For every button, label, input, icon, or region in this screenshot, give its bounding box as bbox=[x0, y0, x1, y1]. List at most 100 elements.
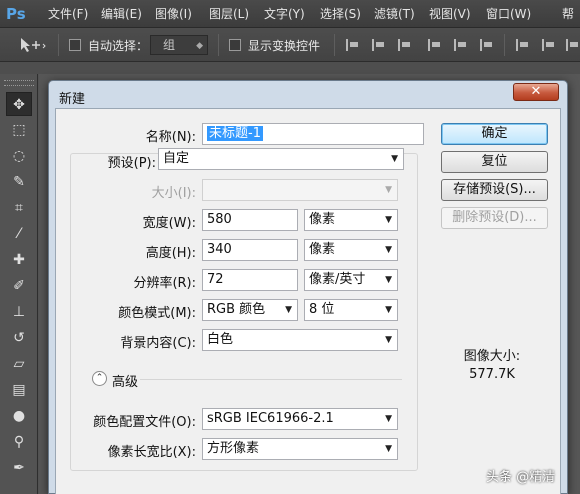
width-label: 宽度(W): bbox=[142, 216, 196, 231]
dropdown-arrow-icon: ▼ bbox=[385, 414, 392, 424]
pixel-aspect-label: 像素长宽比(X): bbox=[107, 445, 196, 460]
menu-type[interactable]: 文字(Y) bbox=[264, 6, 305, 22]
pixel-aspect-select[interactable]: 方形像素 ▼ bbox=[202, 438, 398, 460]
dropdown-arrow-icon: ▼ bbox=[385, 185, 392, 195]
width-value: 580 bbox=[207, 212, 232, 227]
color-mode-select[interactable]: RGB 颜色 ▼ bbox=[202, 299, 298, 321]
advanced-label: 高级 bbox=[112, 375, 139, 390]
image-size-label: 图像大小: bbox=[463, 349, 521, 364]
show-transform-label: 显示变换控件 bbox=[248, 39, 321, 53]
ok-button[interactable]: 确定 bbox=[441, 123, 548, 145]
toolbox: ✥ ⬚ ◌ ✎ ⌗ ⁄ ✚ ✐ ⊥ ↺ ▱ ▤ ● ⚲ ✒ bbox=[0, 74, 38, 494]
dropdown-arrow-icon: ▼ bbox=[385, 245, 392, 255]
height-input[interactable]: 340 bbox=[202, 239, 298, 261]
menu-select[interactable]: 选择(S) bbox=[320, 6, 361, 22]
align-bottom-icon[interactable] bbox=[398, 39, 412, 51]
photoshop-logo: Ps bbox=[6, 5, 26, 23]
menu-window[interactable]: 窗口(W) bbox=[486, 6, 531, 22]
height-label: 高度(H): bbox=[145, 246, 196, 261]
dialog-title: 新建 bbox=[59, 92, 86, 107]
dialog-body: 名称(N): 未标题-1 预设(P): 自定 ▼ 大小(I): ▼ 宽度(W):… bbox=[55, 108, 561, 494]
menu-file[interactable]: 文件(F) bbox=[48, 6, 88, 22]
auto-select-dropdown[interactable]: 组 ◆ bbox=[150, 35, 208, 55]
preset-value: 自定 bbox=[163, 151, 190, 166]
height-value: 340 bbox=[207, 242, 232, 257]
distribute-vcenter-icon[interactable] bbox=[542, 39, 556, 51]
preset-label: 预设(P): bbox=[107, 156, 156, 171]
eraser-tool-icon[interactable]: ▱ bbox=[6, 352, 32, 376]
size-label: 大小(I): bbox=[151, 186, 196, 201]
stepper-icon: ◆ bbox=[196, 41, 203, 51]
background-label: 背景内容(C): bbox=[120, 336, 196, 351]
menu-layer[interactable]: 图层(L) bbox=[209, 6, 249, 22]
blur-tool-icon[interactable]: ● bbox=[6, 404, 32, 428]
menu-view[interactable]: 视图(V) bbox=[429, 6, 471, 22]
menu-help[interactable]: 帮 bbox=[562, 6, 574, 22]
align-hcenter-icon[interactable] bbox=[454, 39, 468, 51]
pixel-aspect-value: 方形像素 bbox=[207, 441, 260, 456]
background-select[interactable]: 白色 ▼ bbox=[202, 329, 398, 351]
menu-filter[interactable]: 滤镜(T) bbox=[374, 6, 415, 22]
stamp-tool-icon[interactable]: ⊥ bbox=[6, 300, 32, 324]
height-unit-value: 像素 bbox=[309, 242, 336, 257]
align-left-icon[interactable] bbox=[428, 39, 442, 51]
history-brush-tool-icon[interactable]: ↺ bbox=[6, 326, 32, 350]
eyedropper-tool-icon[interactable]: ⁄ bbox=[6, 222, 32, 246]
menu-image[interactable]: 图像(I) bbox=[155, 6, 192, 22]
height-unit-select[interactable]: 像素 ▼ bbox=[304, 239, 398, 261]
distribute-bottom-icon[interactable] bbox=[566, 39, 580, 51]
advanced-toggle-icon[interactable]: ⌃ bbox=[92, 371, 107, 386]
auto-select-checkbox[interactable] bbox=[69, 39, 81, 51]
bit-depth-select[interactable]: 8 位 ▼ bbox=[304, 299, 398, 321]
delete-preset-button: 删除预设(D)... bbox=[441, 207, 548, 229]
color-mode-value: RGB 颜色 bbox=[207, 302, 266, 317]
move-tool-icon[interactable]: ✥ bbox=[6, 92, 32, 116]
width-input[interactable]: 580 bbox=[202, 209, 298, 231]
resolution-unit-select[interactable]: 像素/英寸 ▼ bbox=[304, 269, 398, 291]
watermark: 头条 @精清 bbox=[486, 470, 556, 485]
move-tool-icon[interactable] bbox=[18, 37, 46, 53]
show-transform-checkbox[interactable] bbox=[229, 39, 241, 51]
image-size-value: 577.7K bbox=[469, 367, 515, 382]
healing-brush-tool-icon[interactable]: ✚ bbox=[6, 248, 32, 272]
advanced-divider bbox=[140, 379, 402, 380]
marquee-tool-icon[interactable]: ⬚ bbox=[6, 118, 32, 142]
new-document-dialog: 新建 ✕ 名称(N): 未标题-1 预设(P): 自定 ▼ 大小(I): ▼ 宽… bbox=[48, 80, 568, 494]
quick-select-tool-icon[interactable]: ✎ bbox=[6, 170, 32, 194]
save-preset-button[interactable]: 存储预设(S)... bbox=[441, 179, 548, 201]
distribute-top-icon[interactable] bbox=[516, 39, 530, 51]
pen-tool-icon[interactable]: ✒ bbox=[6, 456, 32, 480]
crop-tool-icon[interactable]: ⌗ bbox=[6, 196, 32, 220]
bit-depth-value: 8 位 bbox=[309, 302, 335, 317]
color-profile-label: 颜色配置文件(O): bbox=[93, 415, 196, 430]
menu-edit[interactable]: 编辑(E) bbox=[101, 6, 142, 22]
reset-button[interactable]: 复位 bbox=[441, 151, 548, 173]
width-unit-select[interactable]: 像素 ▼ bbox=[304, 209, 398, 231]
gradient-tool-icon[interactable]: ▤ bbox=[6, 378, 32, 402]
width-unit-value: 像素 bbox=[309, 212, 336, 227]
dropdown-arrow-icon: ▼ bbox=[385, 335, 392, 345]
auto-select-value: 组 bbox=[163, 38, 176, 52]
close-button[interactable]: ✕ bbox=[513, 83, 559, 101]
align-right-icon[interactable] bbox=[480, 39, 494, 51]
name-input[interactable]: 未标题-1 bbox=[202, 123, 424, 145]
resolution-input[interactable]: 72 bbox=[202, 269, 298, 291]
dropdown-arrow-icon: ▼ bbox=[285, 305, 292, 315]
name-value: 未标题-1 bbox=[207, 126, 263, 141]
dropdown-arrow-icon: ▼ bbox=[385, 215, 392, 225]
auto-select-label: 自动选择： bbox=[88, 39, 149, 53]
toolbox-grip[interactable] bbox=[4, 80, 34, 86]
dropdown-arrow-icon: ▼ bbox=[385, 275, 392, 285]
color-profile-select[interactable]: sRGB IEC61966-2.1 ▼ bbox=[202, 408, 398, 430]
dropdown-arrow-icon: ▼ bbox=[391, 154, 398, 164]
preset-select[interactable]: 自定 ▼ bbox=[158, 148, 404, 170]
color-mode-label: 颜色模式(M): bbox=[118, 306, 196, 321]
menu-bar: Ps 文件(F) 编辑(E) 图像(I) 图层(L) 文字(Y) 选择(S) 滤… bbox=[0, 0, 580, 28]
align-vcenter-icon[interactable] bbox=[372, 39, 386, 51]
dodge-tool-icon[interactable]: ⚲ bbox=[6, 430, 32, 454]
align-top-icon[interactable] bbox=[346, 39, 360, 51]
background-value: 白色 bbox=[207, 332, 234, 347]
brush-tool-icon[interactable]: ✐ bbox=[6, 274, 32, 298]
size-select: ▼ bbox=[202, 179, 398, 201]
dropdown-arrow-icon: ▼ bbox=[385, 305, 392, 315]
